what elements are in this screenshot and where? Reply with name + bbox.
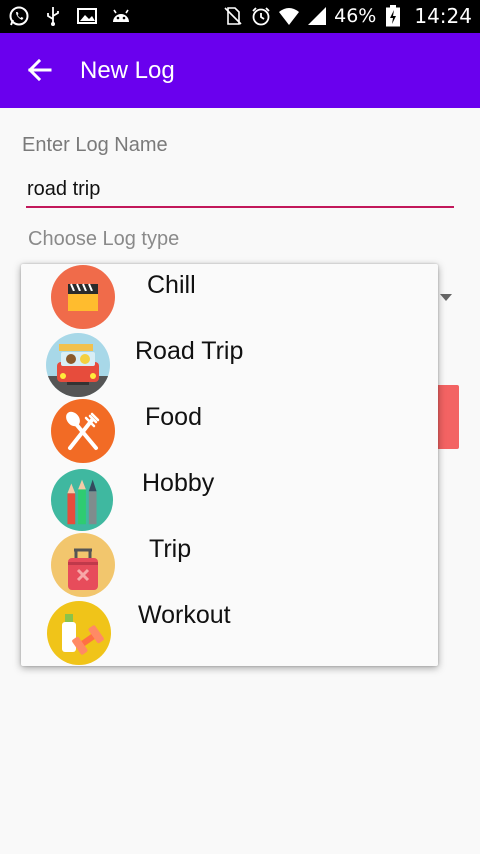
log-type-label: Choose Log type [28, 228, 180, 250]
dropdown-item-trip[interactable]: Trip [21, 528, 438, 597]
log-name-label: Enter Log Name [22, 134, 168, 156]
log-type-dropdown: Chill Road Trip Food Hobby Trip Workout [21, 264, 438, 666]
usb-icon [42, 5, 64, 27]
signal-icon [306, 5, 328, 27]
status-bar: 46% 14:24 [0, 0, 480, 33]
app-bar: New Log [0, 33, 480, 108]
log-name-input[interactable] [26, 172, 454, 208]
dropdown-item-chill[interactable]: Chill [21, 264, 438, 330]
dropdown-item-road-trip[interactable]: Road Trip [21, 330, 438, 398]
dropdown-item-label: Trip [149, 535, 192, 563]
dumbbell-bottle-icon [46, 600, 112, 666]
dropdown-item-food[interactable]: Food [21, 396, 438, 464]
page-title: New Log [80, 57, 175, 84]
suitcase-icon [50, 532, 116, 598]
back-button[interactable] [22, 53, 56, 87]
android-icon [110, 5, 132, 27]
spinner-arrow-icon[interactable] [440, 294, 452, 301]
dropdown-item-label: Workout [138, 601, 231, 629]
wifi-icon [278, 5, 300, 27]
dropdown-item-label: Food [145, 403, 202, 431]
clapperboard-icon [50, 264, 116, 330]
arrow-left-icon [27, 58, 52, 82]
dropdown-item-workout[interactable]: Workout [21, 594, 438, 665]
dropdown-item-hobby[interactable]: Hobby [21, 462, 438, 532]
save-button[interactable] [436, 385, 459, 449]
dropdown-item-label: Hobby [142, 469, 215, 497]
whatsapp-icon [8, 5, 30, 27]
battery-charging-icon [382, 5, 404, 27]
gallery-icon [76, 5, 98, 27]
car-icon [45, 332, 111, 398]
no-sim-icon [222, 5, 244, 27]
battery-percent: 46% [334, 5, 377, 27]
dropdown-item-label: Road Trip [135, 337, 244, 365]
pencils-icon [50, 468, 116, 534]
alarm-icon [250, 5, 272, 27]
dropdown-item-label: Chill [147, 271, 196, 299]
fork-spoon-icon [50, 398, 116, 464]
clock: 14:24 [414, 4, 472, 28]
